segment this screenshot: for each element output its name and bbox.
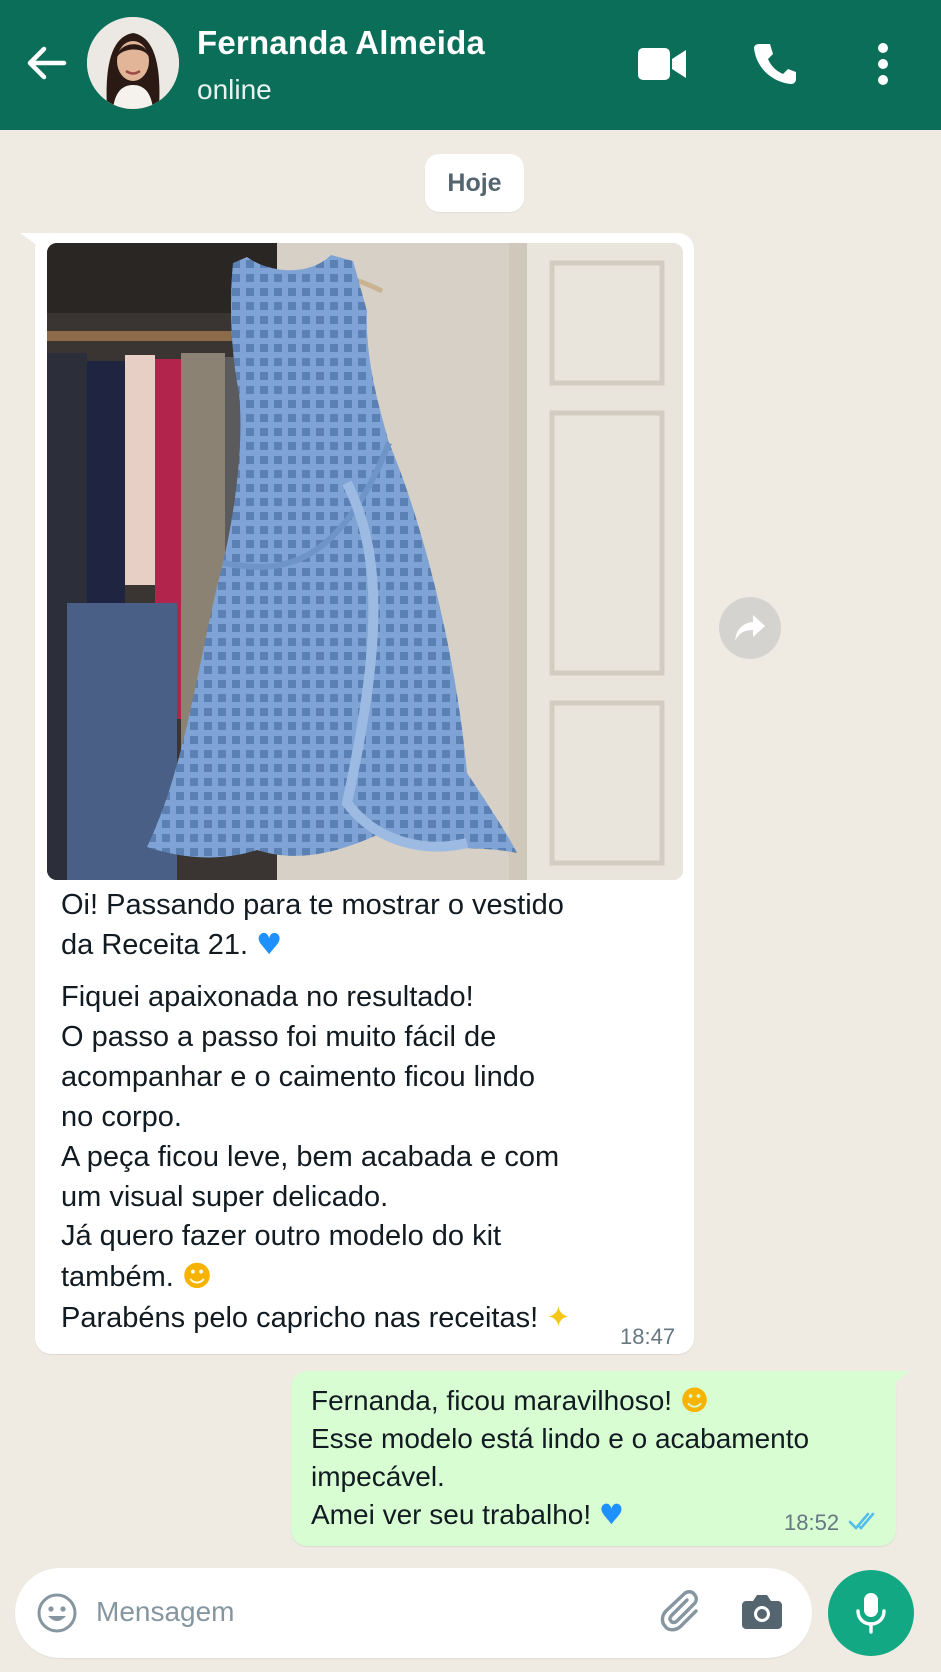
- message-line: no corpo.: [61, 1100, 182, 1133]
- camera-icon: [742, 1595, 782, 1629]
- message-line: da Receita 21. ♥: [61, 927, 283, 961]
- voice-call-button[interactable]: [748, 40, 800, 88]
- paperclip-icon: [660, 1590, 698, 1632]
- menu-button[interactable]: [858, 40, 908, 88]
- smiley-icon: [37, 1593, 77, 1633]
- message-line: Esse modelo está lindo e o acabamento: [311, 1423, 810, 1454]
- camera-button[interactable]: [740, 1591, 784, 1633]
- outgoing-timestamp: 18:52: [784, 1510, 840, 1535]
- message-line: Parabéns pelo capricho nas receitas! ✦: [61, 1300, 571, 1335]
- video-camera-icon: [638, 48, 686, 80]
- message-line: O passo a passo foi muito fácil de: [61, 1020, 497, 1053]
- share-forward-icon: [735, 615, 765, 641]
- incoming-message-paragraph-2: Fiquei apaixonada no resultado! O passo …: [61, 978, 661, 1339]
- back-button[interactable]: [22, 38, 72, 88]
- blue-heart-emoji: ♥: [256, 927, 283, 961]
- contact-name[interactable]: Fernanda Almeida: [197, 24, 485, 62]
- video-call-button[interactable]: [636, 40, 688, 88]
- profile-photo: [87, 17, 179, 109]
- read-receipt-icon: [848, 1512, 875, 1530]
- message-line: impecável.: [311, 1461, 445, 1492]
- message-line: A peça ficou leve, bem acabada e com: [61, 1140, 560, 1173]
- blue-heart-emoji: ♥: [598, 1498, 625, 1531]
- avatar[interactable]: [87, 17, 179, 109]
- microphone-icon: [856, 1593, 886, 1634]
- emoji-button[interactable]: [36, 1592, 78, 1634]
- message-line: um visual super delicado.: [61, 1180, 389, 1213]
- heart-eyes-emoji: ☻: [181, 1259, 213, 1294]
- sparkles-emoji: ✦: [546, 1300, 571, 1335]
- shared-photo[interactable]: [47, 243, 683, 880]
- message-line: acompanhar e o caimento ficou lindo: [61, 1060, 535, 1093]
- voice-message-button[interactable]: [828, 1570, 914, 1656]
- forward-button[interactable]: [719, 597, 781, 659]
- more-vertical-icon: [878, 43, 888, 85]
- message-line: também. ☻: [61, 1259, 213, 1294]
- message-input[interactable]: Mensagem: [96, 1596, 235, 1628]
- attach-button[interactable]: [660, 1589, 706, 1635]
- incoming-timestamp: 18:47: [620, 1324, 676, 1349]
- phone-icon: [754, 44, 796, 84]
- arrow-left-icon: [27, 46, 67, 80]
- incoming-message-paragraph-1: Oi! Passando para te mostrar o vestido d…: [61, 886, 661, 965]
- contact-status: online: [197, 74, 272, 105]
- message-line: Já quero fazer outro modelo do kit: [61, 1220, 502, 1253]
- dress-photo: [47, 243, 683, 880]
- message-line: Fiquei apaixonada no resultado!: [61, 981, 474, 1013]
- message-line: Oi! Passando para te mostrar o vestido: [61, 889, 564, 921]
- message-line: Fernanda, ficou maravilhoso! ☻: [311, 1384, 710, 1417]
- heart-eyes-emoji: ☻: [679, 1384, 710, 1417]
- date-divider: Hoje: [425, 154, 524, 212]
